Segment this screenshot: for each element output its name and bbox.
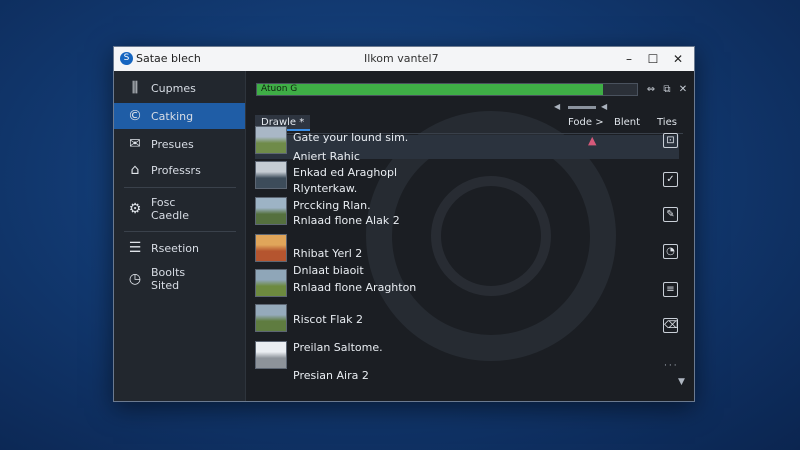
progress-bar: Atuon G: [256, 83, 638, 96]
sidebar-item-label-line1: Fosc: [151, 196, 176, 209]
title-bar[interactable]: S Satae blech Ilkom vantel7 – ☐ ✕: [114, 47, 694, 71]
sidebar-item-catking[interactable]: © Catking: [114, 103, 245, 129]
background-wheel-hub: [431, 176, 551, 296]
stack-icon: ☰: [128, 240, 142, 256]
list-item-text[interactable]: Gate your lound sim.: [293, 131, 408, 144]
sidebar-item-label: Professrs: [151, 164, 201, 177]
list-icon[interactable]: ≡: [663, 282, 678, 297]
sidebar-item-label: Presues: [151, 138, 194, 151]
sidebar-item-label: Catking: [151, 110, 194, 123]
gear-icon: ⚙: [128, 201, 142, 217]
photo-check-icon[interactable]: ⊡: [663, 133, 678, 148]
sidebar-item-label-line2: Caedle: [151, 209, 189, 222]
sidebar-item-label-line1: Boolts: [151, 266, 186, 279]
list-item-text[interactable]: Preilan Saltome.: [293, 341, 383, 354]
column-header-fode[interactable]: Fode >: [568, 117, 604, 128]
landscape-thumb-6[interactable]: [255, 304, 287, 332]
list-item-text[interactable]: Enkad ed Araghopl: [293, 166, 397, 179]
edit-icon[interactable]: ✎: [663, 207, 678, 222]
progress-label: Atuon G: [261, 84, 298, 94]
copyright-icon: ©: [128, 108, 142, 124]
close-button[interactable]: ✕: [667, 50, 689, 68]
sidebar-item-cupmes[interactable]: ⫼ Cupmes: [114, 75, 245, 101]
column-header-blent[interactable]: Blent: [614, 117, 640, 128]
sidebar-item-professrs[interactable]: ⌂ Professrs: [114, 157, 245, 183]
gauge-icon[interactable]: ◔: [663, 244, 678, 259]
close-small-icon[interactable]: ✕: [676, 83, 690, 97]
sidebar-item-label: Cupmes: [151, 82, 196, 95]
maximize-button[interactable]: ☐: [642, 50, 664, 68]
list-item-text[interactable]: Aniert Rahic: [293, 150, 360, 163]
landscape-thumb-5[interactable]: [255, 269, 287, 297]
tag-icon: ⌂: [130, 162, 140, 178]
minimize-button[interactable]: –: [618, 50, 640, 68]
sidebar-item-rseetion[interactable]: ☰ Rseetion: [114, 235, 245, 261]
sidebar-item-presues[interactable]: ✉ Presues: [114, 131, 245, 157]
more-options-icon[interactable]: ···: [664, 361, 679, 371]
list-item-text[interactable]: Prccking Rlan.: [293, 199, 371, 212]
sidebar-item-fosc-caedle[interactable]: ⚙ Fosc Caedle: [114, 193, 245, 225]
clock-icon: ◷: [128, 271, 142, 287]
sidebar-item-boolts-sited[interactable]: ◷ Boolts Sited: [114, 263, 245, 295]
column-header-ties[interactable]: Ties: [657, 117, 677, 128]
sidebar-divider: [124, 231, 236, 232]
volume-slider[interactable]: [568, 106, 596, 109]
sidebar-item-label: Rseetion: [151, 242, 199, 255]
list-item-text[interactable]: Rlynterkaw.: [293, 182, 357, 195]
list-item-text[interactable]: Rnlaad flone Araghton: [293, 281, 416, 294]
list-item-text[interactable]: Rnlaad flone Alak 2: [293, 214, 400, 227]
landscape-thumb-1[interactable]: [255, 126, 287, 154]
list-item-text[interactable]: Dnlaat biaoit: [293, 264, 364, 277]
landscape-thumb-3[interactable]: [255, 197, 287, 225]
landscape-thumb-4[interactable]: [255, 234, 287, 262]
arrows-icon[interactable]: ⇔: [644, 83, 658, 97]
list-item-text[interactable]: Riscot Flak 2: [293, 313, 363, 326]
landscape-thumb-2[interactable]: [255, 161, 287, 189]
app-name: Satae blech: [136, 52, 201, 65]
sidebar-item-label-line2: Sited: [151, 279, 180, 292]
app-window: S Satae blech Ilkom vantel7 – ☐ ✕ ⫼ Cupm…: [113, 46, 695, 402]
envelope-icon: ✉: [129, 136, 141, 152]
progress-fill: [257, 84, 603, 95]
window-icon[interactable]: ⧉: [660, 83, 674, 97]
list-item-text[interactable]: Presian Aira 2: [293, 369, 369, 382]
app-logo-icon: S: [120, 52, 133, 65]
volume-icon[interactable]: ◀: [554, 102, 560, 111]
sliders-icon: ⫼: [131, 80, 139, 96]
speaker-icon[interactable]: ◀: [601, 102, 607, 111]
trash-icon[interactable]: ⌫: [663, 318, 678, 333]
scroll-down-icon[interactable]: ▼: [678, 377, 685, 387]
checkbox-icon[interactable]: ✓: [663, 172, 678, 187]
list-item-text[interactable]: Rhibat Yerl 2: [293, 247, 362, 260]
sidebar: ⫼ Cupmes © Catking ✉ Presues ⌂ Professrs…: [114, 71, 246, 401]
sidebar-divider: [124, 187, 236, 188]
landscape-thumb-7[interactable]: [255, 341, 287, 369]
window-title: Ilkom vantel7: [364, 52, 439, 65]
